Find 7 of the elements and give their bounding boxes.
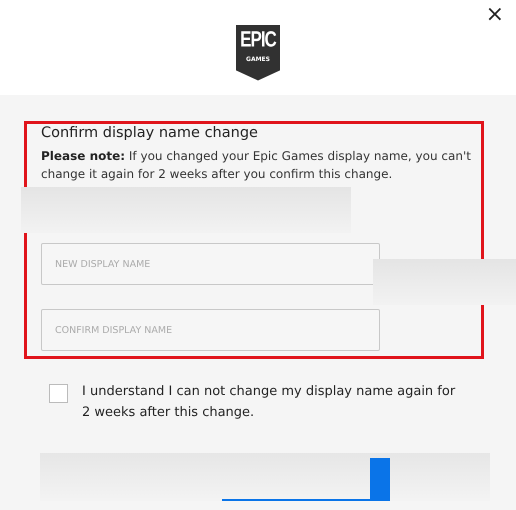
close-button[interactable]: × [482,2,508,27]
note-text: Please note: If you changed your Epic Games display name, you can't change it again for 2 weeks after you confirm this change. [41,148,472,183]
text-field[interactable]: NEW DISPLAY NAME [41,243,380,285]
checkbox-label: I understand I can not change my display name again for 2 weeks after this change. [82,383,456,422]
dialog-title: Confirm display name change [41,125,259,141]
text-field[interactable]: CONFIRM DISPLAY NAME [41,309,380,351]
checkbox[interactable] [49,384,68,403]
